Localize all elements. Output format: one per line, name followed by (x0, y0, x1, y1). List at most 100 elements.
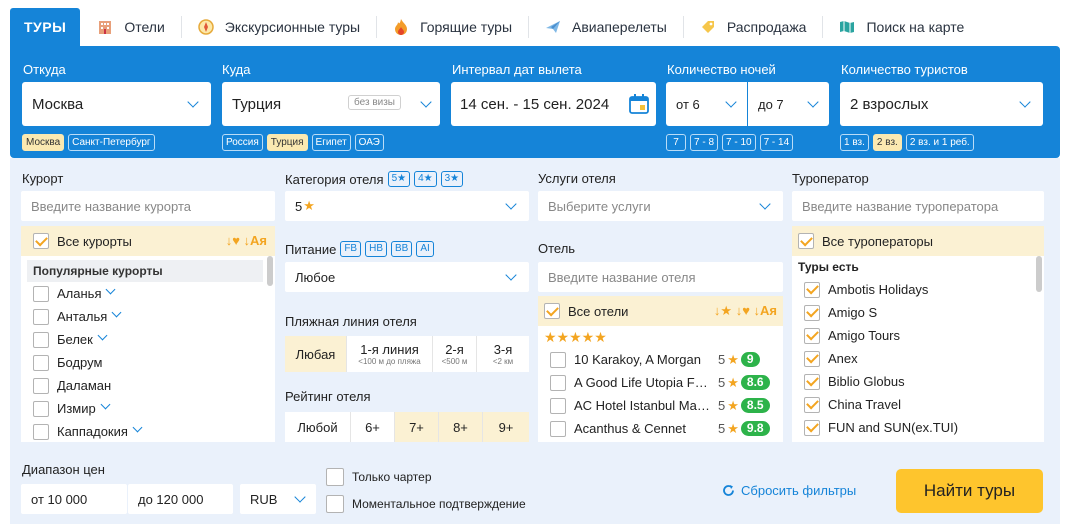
table-row[interactable]: A Good Life Utopia Family 5 ★ 8.6 (538, 371, 783, 394)
charter-checkbox[interactable] (326, 468, 344, 486)
star-icon: ★ (727, 420, 739, 436)
chip-nights-7-10[interactable]: 7 - 10 (722, 134, 756, 151)
from-select[interactable]: Москва (22, 82, 211, 126)
calendar-icon[interactable] (628, 93, 650, 119)
reset-filters-button[interactable]: Сбросить фильтры (722, 483, 856, 498)
badge-bb[interactable]: BB (391, 241, 413, 257)
chip-to-russia[interactable]: Россия (222, 134, 263, 151)
rating-badge: 8.5 (740, 398, 770, 413)
to-select[interactable]: Турция без визы (222, 82, 440, 126)
sort-icons[interactable]: ↓★ ↓♥ ↓Ая (714, 303, 777, 319)
star-icon: ★ (727, 397, 739, 413)
beach-option-any[interactable]: Любая (285, 336, 347, 372)
list-item[interactable]: Белек (21, 328, 275, 351)
list-item[interactable]: Каппадокия (21, 420, 275, 442)
price-from-input[interactable]: от 10 000 (21, 484, 127, 514)
rating-option-any[interactable]: Любой (285, 412, 351, 442)
operator-scrollbar[interactable] (1036, 256, 1042, 292)
badge-fb[interactable]: FB (340, 241, 362, 257)
dates-input[interactable]: 14 сен. - 15 сен. 2024 (451, 82, 656, 126)
tab-tours[interactable]: ТУРЫ (10, 8, 81, 46)
chip-to-uae[interactable]: ОАЭ (354, 134, 384, 151)
list-item[interactable]: Anex (792, 347, 1044, 370)
price-to-input[interactable]: до 120 000 (128, 484, 233, 514)
chip-tourists-1[interactable]: 1 вз. (840, 134, 869, 151)
tab-map-search[interactable]: Поиск на карте (822, 8, 980, 46)
tab-hot-tours[interactable]: Горящие туры (376, 8, 528, 46)
list-item[interactable]: Измир (21, 397, 275, 420)
rating-option-7[interactable]: 7+ (395, 412, 439, 442)
all-hotels-toggle[interactable]: Все отели ↓★ ↓♥ ↓Ая (538, 296, 783, 326)
services-select[interactable]: Выберите услуги (538, 191, 783, 221)
chip-tourists-2[interactable]: 2 вз. (872, 134, 902, 151)
tourists-select[interactable]: 2 взрослых (840, 82, 1043, 126)
all-resorts-checkbox[interactable] (33, 233, 49, 249)
currency-select[interactable]: RUB (240, 484, 316, 514)
nights-from-select[interactable]: от 6 (666, 82, 747, 126)
instant-checkbox[interactable] (326, 495, 344, 513)
badge-hb[interactable]: HB (365, 241, 388, 257)
list-item[interactable]: Amigo Tours (792, 324, 1044, 347)
list-item[interactable]: Анталья (21, 305, 275, 328)
list-item[interactable]: Amigo S (792, 301, 1044, 324)
star-icon: ★ (727, 351, 739, 367)
charter-only-option[interactable]: Только чартер (326, 468, 432, 486)
resort-scrollbar[interactable] (267, 256, 273, 286)
chip-nights-7-8[interactable]: 7 - 8 (690, 134, 719, 151)
all-operators-checkbox[interactable] (798, 233, 814, 249)
sort-icons[interactable]: ↓♥ ↓Ая (226, 233, 267, 248)
tag-icon (699, 18, 717, 36)
operator-search-input[interactable]: Введите название туроператора (792, 191, 1044, 221)
chevron-down-icon[interactable] (97, 330, 108, 341)
star-icon: ★ (727, 374, 739, 390)
list-item[interactable]: Biblio Globus (792, 370, 1044, 393)
list-item[interactable]: Бодрум (21, 351, 275, 374)
tab-excursions[interactable]: Экскурсионные туры (180, 8, 376, 46)
chip-from-spb[interactable]: Санкт-Петербург (68, 134, 155, 151)
resort-search-input[interactable]: Введите название курорта (21, 191, 275, 221)
list-item[interactable]: China Travel (792, 393, 1044, 416)
rating-option-9[interactable]: 9+ (483, 412, 529, 442)
chip-nights-7-14[interactable]: 7 - 14 (759, 134, 794, 151)
all-hotels-checkbox[interactable] (544, 303, 560, 319)
all-resorts-toggle[interactable]: Все курорты ↓♥ ↓Ая (21, 226, 275, 256)
rating-badge: 9 (740, 352, 760, 367)
tab-hotels[interactable]: Отели (80, 8, 180, 46)
chip-to-egypt[interactable]: Египет (311, 134, 351, 151)
chip-tourists-2-1[interactable]: 2 вз. и 1 реб. (905, 134, 974, 151)
meal-select[interactable]: Любое (285, 262, 529, 292)
badge-5-star[interactable]: 5★ (387, 171, 411, 187)
chevron-down-icon[interactable] (132, 422, 143, 433)
rating-option-8[interactable]: 8+ (439, 412, 483, 442)
badge-ai[interactable]: AI (416, 241, 434, 257)
badge-3-star[interactable]: 3★ (440, 171, 464, 187)
nights-to-select[interactable]: до 7 (748, 82, 829, 126)
chevron-down-icon[interactable] (111, 307, 122, 318)
list-item[interactable]: Аланья (21, 282, 275, 305)
chip-nights-7[interactable]: 7 (666, 134, 686, 151)
list-item[interactable]: Даламан (21, 374, 275, 397)
instant-confirm-option[interactable]: Моментальное подтверждение (326, 495, 526, 513)
tab-sale[interactable]: Распродажа (682, 8, 823, 46)
beach-option-3[interactable]: 3-я <2 км (477, 336, 529, 372)
table-row[interactable]: AC Hotel Istanbul Macka 5 ★ 8.5 (538, 394, 783, 417)
category-select[interactable]: 5 ★ (285, 191, 529, 221)
chevron-down-icon (187, 96, 199, 108)
badge-4-star[interactable]: 4★ (414, 171, 437, 187)
table-row[interactable]: 10 Karakoy, A Morgan 5 ★ 9 (538, 348, 783, 371)
find-tours-button[interactable]: Найти туры (896, 469, 1043, 513)
tab-flights[interactable]: Авиаперелеты (528, 8, 683, 46)
list-item[interactable]: Ambotis Holidays (792, 278, 1044, 301)
beach-option-2[interactable]: 2-я <500 м (433, 336, 477, 372)
hotel-search-input[interactable]: Введите название отеля (538, 262, 783, 292)
table-row[interactable]: Acanthus & Cennet 5 ★ 9.8 (538, 417, 783, 440)
chip-to-turkey[interactable]: Турция (266, 134, 308, 151)
beach-option-1[interactable]: 1-я линия <100 м до пляжа (347, 336, 433, 372)
chevron-down-icon[interactable] (106, 284, 116, 295)
chevron-down-icon (294, 491, 306, 503)
rating-option-6[interactable]: 6+ (351, 412, 395, 442)
all-operators-toggle[interactable]: Все туроператоры (792, 226, 1044, 256)
chevron-down-icon[interactable] (100, 399, 111, 410)
list-item[interactable]: FUN and SUN(ex.TUI) (792, 416, 1044, 439)
chip-from-moscow[interactable]: Москва (22, 134, 65, 151)
